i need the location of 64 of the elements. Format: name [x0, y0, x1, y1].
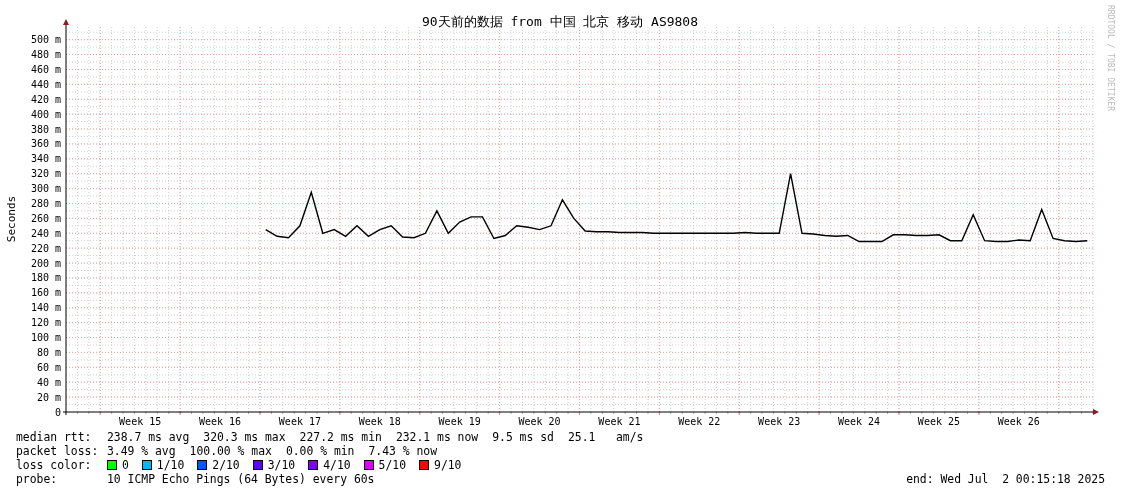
chart-title: 90天前的数据 from 中国 北京 移动 AS9808: [421, 14, 699, 29]
stat-value: 100.00 % max: [189, 444, 272, 458]
x-tick-label: Week 23: [758, 416, 801, 427]
y-tick-label: 40 m: [36, 376, 61, 388]
stat-value: 3.49 % avg: [107, 444, 176, 458]
y-tick-label: 140 m: [30, 302, 61, 314]
x-tick-label: Week 15: [119, 416, 162, 427]
stat-value: 0.00 % min: [285, 444, 355, 458]
y-tick-label: 340 m: [30, 153, 61, 165]
x-tick-label: Week 22: [678, 416, 721, 427]
y-tick-label: 100 m: [30, 332, 61, 344]
stat-value: 7.43 % now: [368, 444, 438, 458]
y-tick-label: 20 m: [36, 391, 61, 403]
axis-title: Seconds: [5, 195, 18, 243]
y-tick-label: 60 m: [36, 361, 61, 373]
x-tick-label: Week 17: [278, 416, 321, 427]
y-tick-label: 180 m: [30, 272, 61, 284]
y-tick-label: 500 m: [30, 34, 61, 46]
y-tick-label: 420 m: [30, 93, 61, 105]
stat-value: 227.2 ms min: [299, 430, 382, 444]
x-tick-label: Week 18: [358, 416, 401, 427]
y-tick-label: 400 m: [30, 108, 61, 120]
legend-text: 2/10: [212, 458, 240, 472]
stat-value: 232.1 ms now: [395, 430, 479, 444]
y-tick-label: 280 m: [30, 198, 61, 209]
probe-text: 10 ICMP Echo Pings (64 Bytes) every 60s: [107, 472, 375, 486]
legend-text: 3/10: [267, 458, 296, 472]
legend-label: probe:: [16, 472, 59, 486]
legend-text: 9/10: [434, 458, 462, 472]
y-tick-label: 480 m: [30, 49, 61, 61]
y-tick-label: 0: [54, 406, 61, 418]
x-tick-label: Week 26: [997, 416, 1040, 427]
legend-label: packet loss:: [16, 444, 100, 458]
stat-value: 25.1 am/s: [567, 430, 644, 444]
y-tick-label: 320 m: [30, 168, 61, 180]
end-time-text: end: Wed Jul 2 00:15:18 2025: [906, 472, 1105, 486]
y-tick-label: 360 m: [30, 138, 61, 150]
y-tick-label: 440 m: [30, 78, 61, 90]
y-tick-label: 240 m: [30, 227, 61, 239]
legend-label: median rtt:: [16, 430, 93, 444]
x-tick-label: Week 24: [838, 416, 881, 427]
x-tick-label: Week 19: [438, 416, 481, 427]
stat-value: 9.5 ms sd: [492, 430, 554, 444]
credit-text: RRDTOOL / TOBI OETIKER: [1106, 5, 1115, 111]
y-tick-label: 200 m: [30, 257, 61, 269]
x-tick-label: Week 20: [518, 416, 561, 427]
legend-text: 5/10: [378, 458, 407, 472]
y-tick-label: 120 m: [30, 317, 61, 329]
y-tick-label: 160 m: [30, 287, 61, 299]
legend-label: loss color:: [16, 458, 93, 472]
y-tick-label: 220 m: [30, 242, 61, 254]
x-tick-label: Week 25: [917, 416, 961, 427]
legend-text: 1/10: [156, 458, 185, 472]
y-tick-label: 460 m: [30, 63, 61, 75]
legend-text: 4/10: [323, 458, 351, 472]
y-tick-label: 260 m: [30, 212, 61, 224]
y-tick-label: 380 m: [30, 123, 61, 135]
legend-text: 0: [122, 458, 129, 472]
y-tick-label: 300 m: [30, 183, 61, 195]
stat-value: 238.7 ms avg: [107, 430, 190, 444]
stat-value: 320.3 ms max: [203, 430, 286, 444]
x-tick-label: Week 16: [198, 416, 242, 427]
x-tick-label: Week 21: [598, 416, 641, 427]
y-tick-label: 80 m: [36, 346, 61, 358]
